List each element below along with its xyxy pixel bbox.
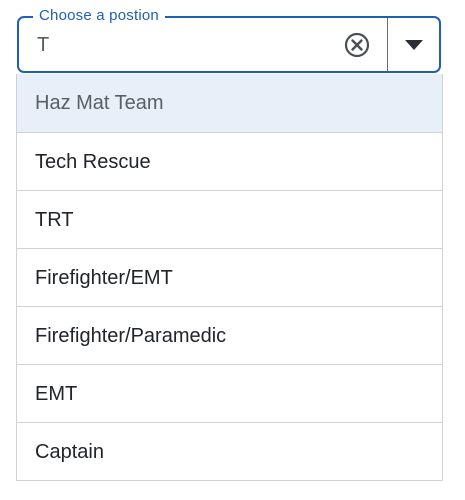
clear-button[interactable] <box>342 30 372 60</box>
combobox-label: Choose a postion <box>33 7 165 25</box>
options-listbox: Haz Mat Team Tech Rescue TRT Firefighter… <box>16 74 443 481</box>
position-select-page: Choose a postion Haz Mat Team Tech Rescu… <box>0 0 465 500</box>
clear-circle-x-icon <box>344 32 370 58</box>
option-firefighter-paramedic[interactable]: Firefighter/Paramedic <box>17 306 442 364</box>
option-emt[interactable]: EMT <box>17 364 442 422</box>
position-combobox[interactable]: Choose a postion <box>17 7 441 73</box>
option-haz-mat-team[interactable]: Haz Mat Team <box>17 74 442 132</box>
option-trt[interactable]: TRT <box>17 190 442 248</box>
option-tech-rescue[interactable]: Tech Rescue <box>17 132 442 190</box>
option-firefighter-emt[interactable]: Firefighter/EMT <box>17 248 442 306</box>
dropdown-toggle-button[interactable] <box>388 18 439 71</box>
position-search-input[interactable] <box>37 30 337 60</box>
caret-down-icon <box>404 39 423 50</box>
option-captain[interactable]: Captain <box>17 422 442 480</box>
